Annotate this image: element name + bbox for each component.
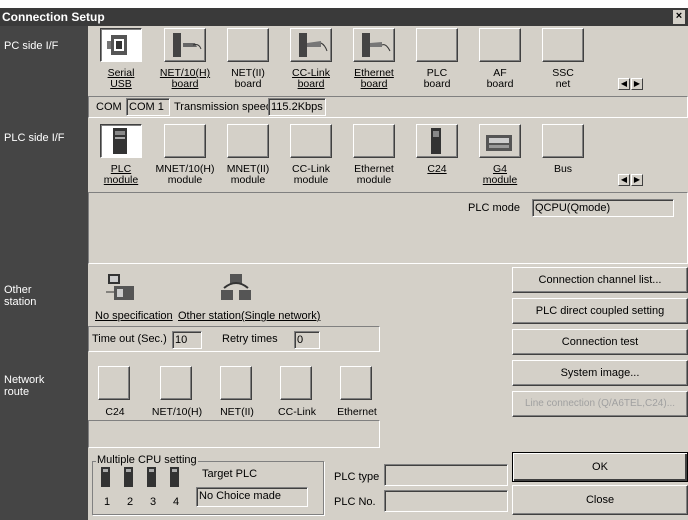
pc-scroll-right-icon[interactable]: ▶ — [631, 78, 643, 90]
title-bar: Connection Setup × — [0, 8, 688, 26]
route-label-4: Ethernet — [337, 406, 377, 418]
close-button[interactable]: Close — [512, 485, 688, 515]
plc-module-icon — [113, 128, 127, 154]
serial-usb-icon — [107, 35, 127, 55]
plc-c24-button[interactable] — [416, 124, 458, 158]
target-plc-label: Target PLC — [202, 468, 258, 480]
pc-ssc-net-button[interactable] — [542, 28, 584, 62]
route-net10h-button[interactable] — [160, 366, 192, 400]
plc-ethernet-module-button[interactable] — [353, 124, 395, 158]
no-specification-link[interactable]: No specification — [95, 310, 173, 323]
net10h-board-icon — [173, 33, 202, 57]
plc-mode-field: QCPU(Qmode) — [532, 199, 674, 217]
g4-module-icon — [486, 135, 512, 151]
plc-mnet10h-module-button[interactable] — [164, 124, 206, 158]
plc-item-label-6: G4 module — [482, 163, 518, 186]
pc-net10h-board-button[interactable] — [164, 28, 206, 62]
cclink-board-icon — [299, 33, 328, 57]
pc-item-label-4: Ethernet board — [354, 67, 394, 90]
plc-no-label: PLC No. — [334, 496, 376, 508]
connection-channel-list-button[interactable]: Connection channel list... — [512, 267, 688, 293]
plc-scroll-left-icon[interactable]: ◀ — [618, 174, 630, 186]
plc-direct-coupled-setting-button[interactable]: PLC direct coupled setting — [512, 298, 688, 324]
speed-label: Transmission speed — [174, 101, 273, 113]
no-specification-icon[interactable] — [102, 270, 138, 304]
com-port-field: COM 1 — [126, 98, 170, 116]
plc-item-label-1: MNET/10(H) module — [155, 163, 215, 186]
retry-field[interactable]: 0 — [294, 331, 320, 349]
route-c24-button[interactable] — [98, 366, 130, 400]
plc-bus-button[interactable] — [542, 124, 584, 158]
plc-mnet2-module-button[interactable] — [227, 124, 269, 158]
other-station-single-network-link[interactable]: Other station(Single network) — [178, 310, 320, 323]
window-title: Connection Setup — [2, 10, 105, 24]
plc-g4-module-button[interactable] — [479, 124, 521, 158]
plc-scroll-right-icon[interactable]: ▶ — [631, 174, 643, 186]
route-label-1: NET/10(H) — [151, 406, 203, 418]
main-area: Serial USB NET/10(H) board NET(II) board CC… — [88, 26, 688, 520]
retry-label: Retry times — [222, 333, 278, 345]
cpu-number-4: 4 — [173, 496, 180, 508]
pc-item-label-7: SSC net — [552, 67, 574, 90]
speed-field: 115.2Kbps — [268, 98, 326, 116]
network-route-label: Network route — [4, 374, 45, 398]
pc-side-label: PC side I/F — [4, 40, 59, 52]
cpu-number-1: 1 — [104, 496, 111, 508]
route-ethernet-button[interactable] — [340, 366, 372, 400]
timeout-field[interactable]: 10 — [172, 331, 202, 349]
close-icon[interactable]: × — [673, 10, 685, 24]
cpu-1-icon[interactable] — [98, 466, 114, 488]
pc-item-label-0: Serial USB — [107, 67, 135, 90]
route-label-2: NET(II) — [220, 406, 254, 418]
system-image-button[interactable]: System image... — [512, 360, 688, 386]
pc-scroll-left-icon[interactable]: ◀ — [618, 78, 630, 90]
other-station-label: Other station — [4, 284, 37, 308]
plc-module-button[interactable] — [100, 124, 142, 158]
pc-item-label-3: CC-Link board — [292, 67, 330, 90]
plc-item-label-3: CC-Link module — [292, 163, 330, 186]
c24-module-icon — [431, 128, 441, 154]
com-label: COM — [96, 101, 122, 113]
cpu-2-icon[interactable] — [121, 466, 137, 488]
pc-item-label-1: NET/10(H) board — [159, 67, 211, 90]
plc-item-label-7: Bus — [553, 163, 573, 175]
plc-mode-label: PLC mode — [468, 202, 520, 214]
plc-item-label-2: MNET(II) module — [226, 163, 270, 186]
pc-item-label-2: NET(II) board — [231, 67, 265, 90]
pc-ethernet-board-button[interactable] — [353, 28, 395, 62]
route-label-3: CC-Link — [278, 406, 316, 418]
route-net2-button[interactable] — [220, 366, 252, 400]
pc-cclink-board-button[interactable] — [290, 28, 332, 62]
plc-type-field — [384, 464, 508, 486]
pc-af-board-button[interactable] — [479, 28, 521, 62]
plc-no-field — [384, 490, 508, 512]
line-connection-button: Line connection (Q/A6TEL,C24)... — [512, 391, 688, 417]
plc-item-label-4: Ethernet module — [354, 163, 394, 186]
route-label-0: C24 — [105, 406, 125, 418]
other-station-single-network-icon[interactable] — [218, 270, 254, 304]
route-settings-bar — [88, 420, 380, 448]
pc-item-label-5: PLC board — [423, 67, 451, 90]
timeout-label: Time out (Sec.) — [92, 333, 167, 345]
route-cclink-button[interactable] — [280, 366, 312, 400]
plc-side-label: PLC side I/F — [4, 132, 65, 144]
plc-item-label-5: C24 — [427, 163, 447, 175]
connection-test-button[interactable]: Connection test — [512, 329, 688, 355]
plc-type-label: PLC type — [334, 471, 380, 483]
cpu-number-3: 3 — [150, 496, 157, 508]
cpu-4-icon[interactable] — [167, 466, 183, 488]
pc-item-label-6: AF board — [486, 67, 514, 90]
pc-serial-usb-button[interactable] — [100, 28, 142, 62]
ok-button[interactable]: OK — [512, 452, 688, 482]
target-plc-field: No Choice made — [196, 487, 308, 507]
plc-item-label-0: PLC module — [103, 163, 139, 186]
ethernet-board-icon — [362, 33, 391, 57]
cpu-number-2: 2 — [127, 496, 134, 508]
cpu-3-icon[interactable] — [144, 466, 160, 488]
left-panel: PC side I/F PLC side I/F Other station N… — [0, 26, 88, 520]
pc-net2-board-button[interactable] — [227, 28, 269, 62]
pc-plc-board-button[interactable] — [416, 28, 458, 62]
plc-cclink-module-button[interactable] — [290, 124, 332, 158]
